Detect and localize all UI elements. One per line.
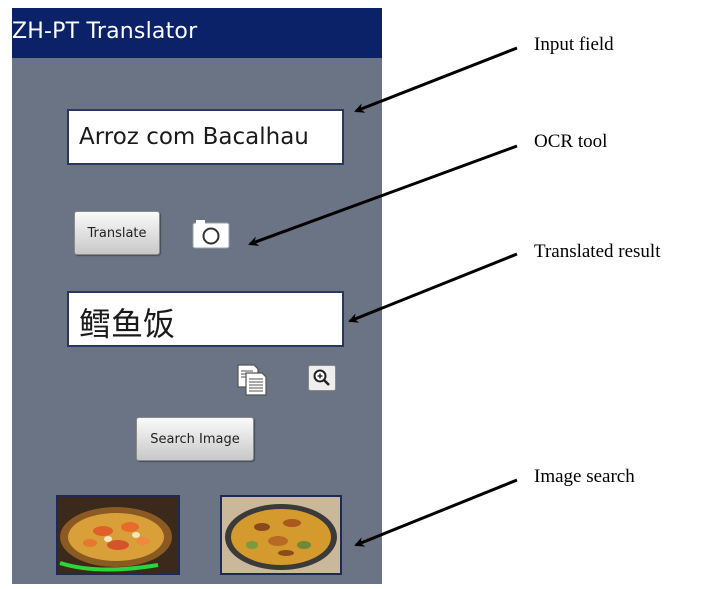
arrow-translated-result — [348, 252, 518, 323]
arrow-ocr-tool — [248, 144, 518, 246]
arrow-image-search — [354, 478, 518, 547]
annotation-arrows — [248, 46, 518, 547]
arrow-input-field — [354, 46, 518, 113]
